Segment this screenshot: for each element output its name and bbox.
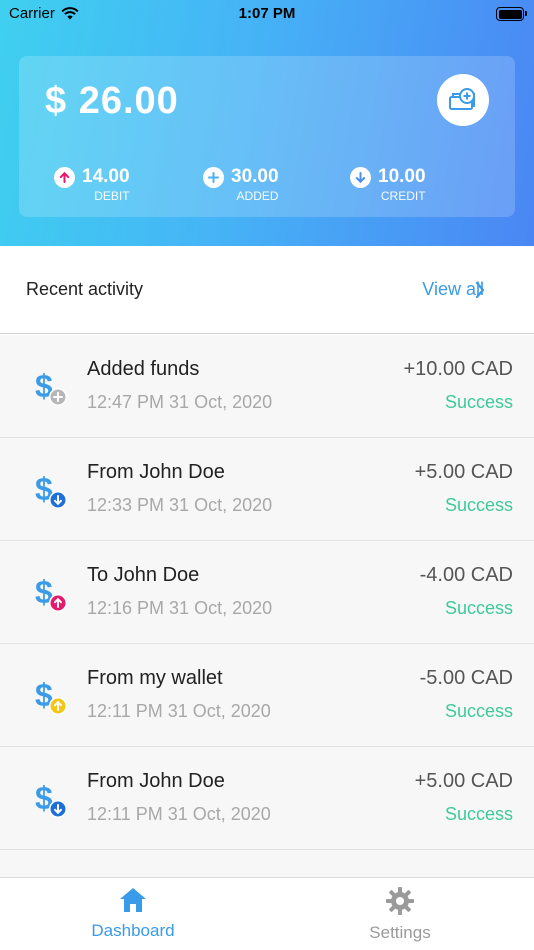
chevron-right-icon[interactable] bbox=[474, 280, 486, 300]
item-time: 12:33 PM 31 Oct, 2020 bbox=[87, 495, 273, 515]
item-amount: +5.00 CAD bbox=[414, 770, 513, 792]
tab-dashboard[interactable]: Dashboard bbox=[53, 886, 213, 941]
item-amount: -4.00 CAD bbox=[419, 564, 513, 586]
tab-bar: Dashboard Settings bbox=[0, 877, 534, 950]
stat-label: DEBIT bbox=[94, 189, 130, 203]
stat-label: ADDED bbox=[236, 189, 279, 203]
balance-card: $ 26.00 14.00 DEBIT 30.00 ADDED 10.00 CR… bbox=[19, 56, 515, 217]
stat-value: 10.00 bbox=[378, 166, 426, 187]
item-time: 12:11 PM 31 Oct, 2020 bbox=[87, 701, 271, 721]
status-time: 1:07 PM bbox=[238, 5, 296, 22]
stat-credit: 10.00 CREDIT bbox=[350, 166, 426, 203]
stat-added: 30.00 ADDED bbox=[203, 166, 279, 203]
item-status: Success bbox=[444, 598, 513, 618]
item-status: Success bbox=[444, 495, 513, 515]
item-status: Success bbox=[444, 701, 513, 721]
add-funds-button[interactable] bbox=[437, 74, 489, 126]
home-icon bbox=[120, 888, 146, 912]
recent-activity-header: Recent activity View all bbox=[0, 246, 534, 334]
list-item[interactable]: $ From John Doe 12:11 PM 31 Oct, 2020 +5… bbox=[0, 747, 534, 850]
list-item[interactable]: $ To John Doe 12:16 PM 31 Oct, 2020 -4.0… bbox=[0, 541, 534, 644]
dollar-plus-icon: $ bbox=[35, 368, 67, 406]
item-amount: +10.00 CAD bbox=[403, 358, 513, 380]
wallet-header: Carrier 1:07 PM $ 26.00 14.00 DEBIT 30.0… bbox=[0, 0, 534, 246]
list-item[interactable] bbox=[0, 850, 534, 877]
item-title: To John Doe bbox=[87, 564, 200, 586]
section-title: Recent activity bbox=[26, 279, 144, 299]
status-bar: Carrier 1:07 PM bbox=[0, 0, 534, 30]
stat-label: CREDIT bbox=[380, 189, 426, 203]
list-item[interactable]: $ Added funds 12:47 PM 31 Oct, 2020 +10.… bbox=[0, 335, 534, 438]
tab-label: Settings bbox=[369, 923, 431, 942]
dollar-up-icon: $ bbox=[35, 574, 67, 612]
dollar-down-icon: $ bbox=[35, 471, 67, 509]
activity-list[interactable]: $ Added funds 12:47 PM 31 Oct, 2020 +10.… bbox=[0, 335, 534, 877]
item-title: From John Doe bbox=[87, 461, 225, 483]
list-item[interactable]: $ From John Doe 12:33 PM 31 Oct, 2020 +5… bbox=[0, 438, 534, 541]
item-status: Success bbox=[444, 804, 513, 824]
item-amount: -5.00 CAD bbox=[419, 667, 513, 689]
item-title: From my wallet bbox=[87, 667, 223, 689]
item-title: From John Doe bbox=[87, 770, 225, 792]
item-amount: +5.00 CAD bbox=[414, 461, 513, 483]
item-status: Success bbox=[444, 392, 513, 412]
stat-value: 30.00 bbox=[231, 166, 279, 187]
list-item[interactable]: $ From my wallet 12:11 PM 31 Oct, 2020 -… bbox=[0, 644, 534, 747]
item-time: 12:16 PM 31 Oct, 2020 bbox=[87, 598, 273, 618]
plus-icon bbox=[203, 166, 224, 188]
stat-value: 14.00 bbox=[82, 166, 130, 187]
arrow-down-icon bbox=[350, 166, 371, 188]
arrow-up-icon bbox=[54, 166, 75, 188]
gear-icon bbox=[386, 887, 414, 915]
item-time: 12:11 PM 31 Oct, 2020 bbox=[87, 804, 271, 824]
item-time: 12:47 PM 31 Oct, 2020 bbox=[87, 392, 273, 412]
stat-debit: 14.00 DEBIT bbox=[54, 166, 130, 203]
balance-amount: $ 26.00 bbox=[45, 80, 179, 122]
dollar-down-icon: $ bbox=[35, 780, 67, 818]
dollar-up-icon: $ bbox=[35, 677, 67, 715]
battery-icon bbox=[496, 7, 527, 21]
wallet-add-icon bbox=[449, 88, 475, 110]
tab-settings[interactable]: Settings bbox=[320, 886, 480, 943]
item-title: Added funds bbox=[87, 358, 200, 380]
tab-label: Dashboard bbox=[91, 921, 175, 940]
